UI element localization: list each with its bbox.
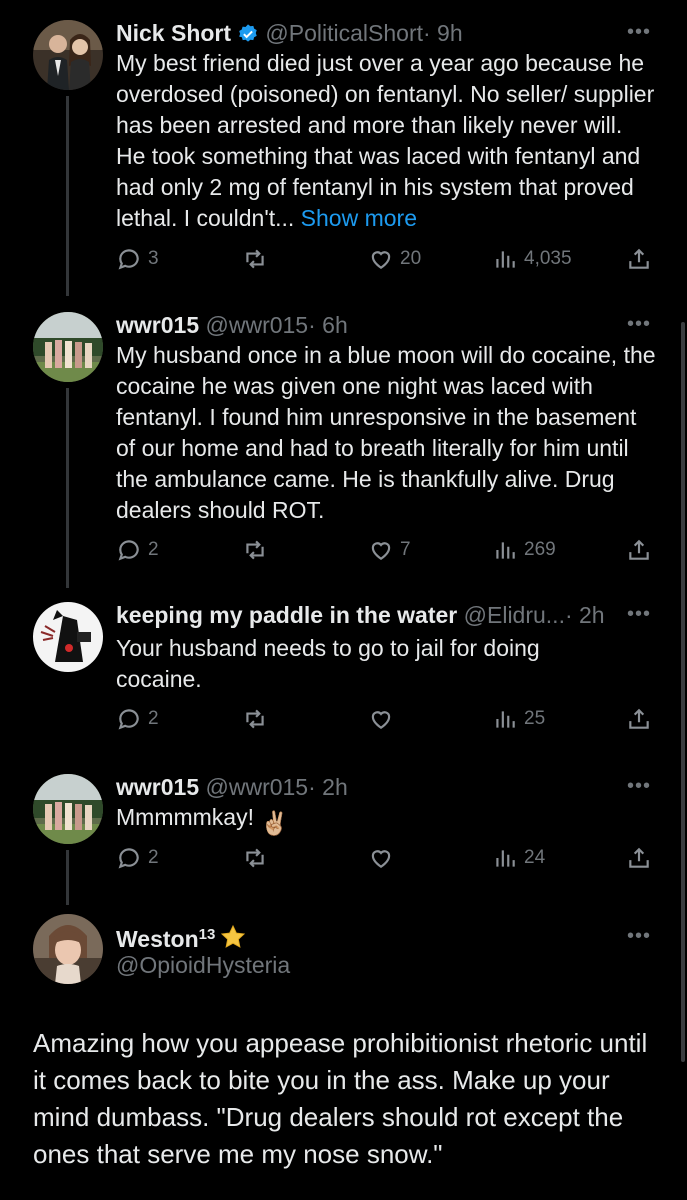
author-handle[interactable]: @PoliticalShort: [265, 20, 423, 46]
avatar[interactable]: [33, 20, 103, 90]
author-name-superscript: 13: [198, 926, 216, 943]
like-icon: [371, 542, 391, 560]
view-count: 25: [524, 708, 546, 729]
share-icon: [629, 847, 649, 868]
share-icon: [629, 539, 649, 560]
like-count: 20: [400, 248, 422, 269]
reply-count: 3: [148, 248, 159, 269]
author-handle-text: @OpioidHysteria: [116, 952, 291, 978]
avatar[interactable]: [33, 774, 103, 844]
like-icon: [371, 711, 391, 729]
like-button[interactable]: 20: [368, 244, 421, 274]
reply-count: 2: [148, 539, 159, 560]
action-bar: 3 20 4,035: [116, 244, 656, 274]
author-handle[interactable]: @wwr015: [206, 774, 309, 800]
tweet-text-content: My best friend died just over a year ago…: [116, 50, 655, 231]
more-icon[interactable]: •••: [627, 604, 651, 624]
repost-button[interactable]: [242, 244, 274, 274]
like-button[interactable]: [368, 704, 400, 734]
share-button[interactable]: [626, 843, 652, 873]
tweet[interactable]: wwr015 @wwr015· 6h ••• My husband once i…: [0, 310, 687, 570]
author-handle[interactable]: @Elidru...: [464, 602, 565, 628]
tweet[interactable]: wwr015 @wwr015· 2h ••• Mmmmmkay! ✌🏼 2 24: [0, 772, 687, 882]
repost-icon: [246, 249, 264, 269]
views-icon: [496, 251, 515, 268]
views-button[interactable]: 24: [492, 843, 545, 873]
author-name-text: Weston: [116, 926, 199, 952]
avatar[interactable]: [33, 914, 103, 984]
author-handle[interactable]: @wwr015: [206, 312, 309, 338]
share-button[interactable]: [626, 535, 652, 565]
more-icon[interactable]: •••: [627, 22, 651, 42]
repost-icon: [246, 848, 264, 868]
reply-icon: [118, 540, 139, 561]
repost-icon: [246, 709, 264, 729]
repost-button[interactable]: [242, 704, 274, 734]
avatar[interactable]: [33, 602, 103, 672]
tweet-text: Your husband needs to go to jail for doi…: [116, 635, 540, 692]
post-time[interactable]: · 2h: [308, 774, 348, 800]
more-icon[interactable]: •••: [627, 776, 651, 796]
tweet-text: My best friend died just over a year ago…: [116, 48, 656, 234]
author-handle[interactable]: @OpioidHysteria: [116, 950, 290, 980]
reply-count: 2: [148, 847, 159, 868]
reply-button[interactable]: 2: [116, 704, 159, 734]
show-more-link[interactable]: Show more: [301, 205, 417, 231]
views-button[interactable]: 4,035: [492, 244, 572, 274]
like-button[interactable]: [368, 843, 400, 873]
share-button[interactable]: [626, 704, 652, 734]
author-name[interactable]: keeping my paddle in the water: [116, 602, 457, 628]
more-icon[interactable]: •••: [627, 314, 651, 334]
views-icon: [496, 711, 515, 728]
action-bar: 2 7 269: [116, 535, 656, 565]
tweet-text: My husband once in a blue moon will do c…: [116, 342, 656, 523]
reply-button[interactable]: 2: [116, 843, 159, 873]
reply-icon: [118, 249, 139, 270]
share-icon: [629, 708, 649, 729]
view-count: 24: [524, 847, 546, 868]
view-count: 4,035: [524, 248, 572, 269]
tweet-header: keeping my paddle in the water @Elidru..…: [116, 600, 605, 630]
views-icon: [496, 542, 515, 559]
action-bar: 2 25: [116, 704, 656, 734]
like-icon: [371, 251, 391, 269]
author-name[interactable]: Weston13: [116, 926, 215, 952]
post-time[interactable]: · 6h: [308, 312, 348, 338]
repost-button[interactable]: [242, 843, 274, 873]
author-name[interactable]: wwr015: [116, 774, 199, 800]
reply-count: 2: [148, 708, 159, 729]
post-time[interactable]: · 9h: [423, 20, 463, 46]
reply-icon: [118, 709, 139, 730]
share-button[interactable]: [626, 244, 652, 274]
tweet[interactable]: keeping my paddle in the water @Elidru..…: [0, 600, 687, 750]
like-button[interactable]: 7: [368, 535, 411, 565]
like-icon: [371, 850, 391, 868]
tweet-header: wwr015 @wwr015· 6h: [116, 310, 348, 340]
avatar[interactable]: [33, 312, 103, 382]
views-button[interactable]: 269: [492, 535, 556, 565]
share-icon: [629, 248, 649, 269]
main-tweet-text: Amazing how you appease prohibitionist r…: [33, 1028, 648, 1169]
tweet-header: wwr015 @wwr015· 2h: [116, 772, 348, 802]
reply-icon: [118, 848, 139, 869]
reply-button[interactable]: 2: [116, 535, 159, 565]
post-time[interactable]: · 2h: [565, 602, 605, 628]
tweet-text: Mmmmmkay! ✌🏼: [116, 802, 656, 839]
tweet-header: Nick Short @PoliticalShort· 9h: [116, 18, 463, 52]
views-icon: [496, 850, 515, 867]
view-count: 269: [524, 539, 556, 560]
more-icon[interactable]: •••: [627, 926, 651, 946]
victory-hand-emoji: ✌🏼: [260, 810, 290, 836]
scrollbar[interactable]: [681, 322, 685, 1062]
tweet-text-content: Mmmmmkay!: [116, 804, 254, 830]
tweet[interactable]: Nick Short @PoliticalShort· 9h ••• My be…: [0, 18, 687, 278]
like-count: 7: [400, 539, 411, 560]
action-bar: 2 24: [116, 843, 656, 873]
repost-button[interactable]: [242, 535, 274, 565]
reply-button[interactable]: 3: [116, 244, 159, 274]
author-name[interactable]: Nick Short: [116, 20, 231, 46]
repost-icon: [246, 540, 264, 560]
author-name[interactable]: wwr015: [116, 312, 199, 338]
views-button[interactable]: 25: [492, 704, 545, 734]
